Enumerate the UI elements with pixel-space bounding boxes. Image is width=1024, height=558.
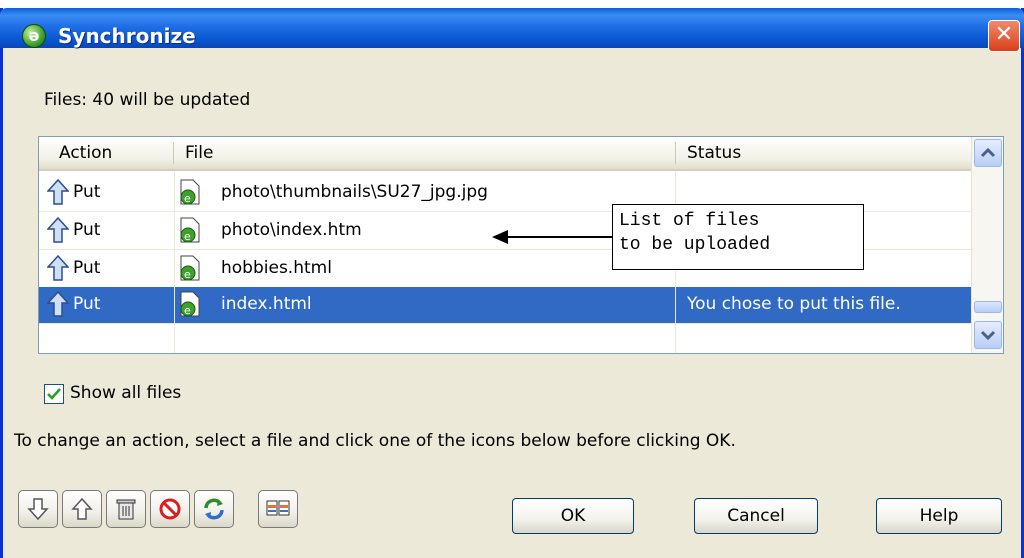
put-arrow-icon [47, 255, 69, 281]
row-status: You chose to put this file. [687, 294, 901, 314]
scroll-down-button[interactable] [974, 321, 1002, 349]
put-arrow-icon [71, 497, 93, 520]
callout-arrow-line [508, 236, 612, 238]
delete-button[interactable] [106, 490, 146, 528]
chevron-up-icon [980, 147, 996, 158]
scroll-thumb[interactable] [974, 301, 1002, 313]
column-header-action[interactable]: Action [59, 137, 112, 169]
compare-files-icon [266, 500, 290, 516]
no-entry-icon [159, 498, 181, 520]
vertical-scrollbar[interactable] [971, 137, 1003, 353]
svg-text:e: e [184, 230, 191, 243]
row-divider [39, 323, 971, 324]
row-action: Put [73, 294, 101, 314]
html-file-icon: e [180, 179, 200, 205]
column-divider[interactable] [173, 142, 174, 164]
html-file-icon: e [180, 255, 200, 281]
cancel-button[interactable]: Cancel [694, 498, 818, 534]
ignore-button[interactable] [150, 490, 190, 528]
svg-text:e: e [184, 192, 191, 205]
ok-button[interactable]: OK [512, 498, 634, 534]
row-action: Put [73, 182, 101, 202]
scroll-up-button[interactable] [974, 139, 1002, 167]
put-arrow-icon [47, 217, 69, 243]
column-header-file[interactable]: File [185, 137, 213, 169]
synchronize-button[interactable] [194, 490, 234, 528]
put-arrow-icon [47, 291, 69, 317]
show-all-files-checkbox[interactable] [44, 384, 64, 404]
show-all-files-label[interactable]: Show all files [70, 380, 181, 406]
callout-arrow-head [492, 230, 508, 244]
list-header: Action File Status [39, 137, 971, 171]
title-bar[interactable]: ə Synchronize ✕ [0, 8, 1024, 52]
svg-text:e: e [184, 304, 191, 317]
callout-line-1: List of files [619, 211, 760, 231]
column-header-status[interactable]: Status [687, 137, 741, 169]
row-action: Put [73, 258, 101, 278]
get-button[interactable] [18, 490, 58, 528]
row-file: photo\thumbnails\SU27_jpg.jpg [221, 182, 488, 202]
compare-button[interactable] [258, 490, 298, 528]
column-gridline [174, 171, 175, 353]
checkmark-icon [47, 388, 61, 400]
refresh-icon [204, 498, 224, 520]
callout-line-2: to be uploaded [619, 235, 771, 255]
table-row-selected[interactable]: Put e index.html You chose to put this f… [39, 287, 971, 323]
get-arrow-icon [27, 498, 49, 521]
help-button[interactable]: Help [876, 498, 1002, 534]
html-file-icon: e [180, 291, 200, 317]
chevron-down-icon [980, 330, 996, 341]
window-title: Synchronize [58, 24, 196, 48]
put-arrow-icon [47, 179, 69, 205]
svg-text:e: e [184, 268, 191, 281]
annotation-callout: List of files to be uploaded [612, 204, 864, 270]
put-button[interactable] [62, 490, 102, 528]
app-icon: ə [22, 24, 46, 48]
row-file: photo\index.htm [221, 220, 362, 240]
close-button[interactable]: ✕ [988, 20, 1020, 52]
row-file: index.html [221, 294, 312, 314]
html-file-icon: e [180, 217, 200, 243]
instructions-text: To change an action, select a file and c… [14, 431, 736, 451]
column-divider[interactable] [675, 142, 676, 164]
row-action: Put [73, 220, 101, 240]
row-file: hobbies.html [221, 258, 332, 278]
trash-icon [116, 499, 136, 520]
files-summary: Files: 40 will be updated [44, 90, 251, 110]
